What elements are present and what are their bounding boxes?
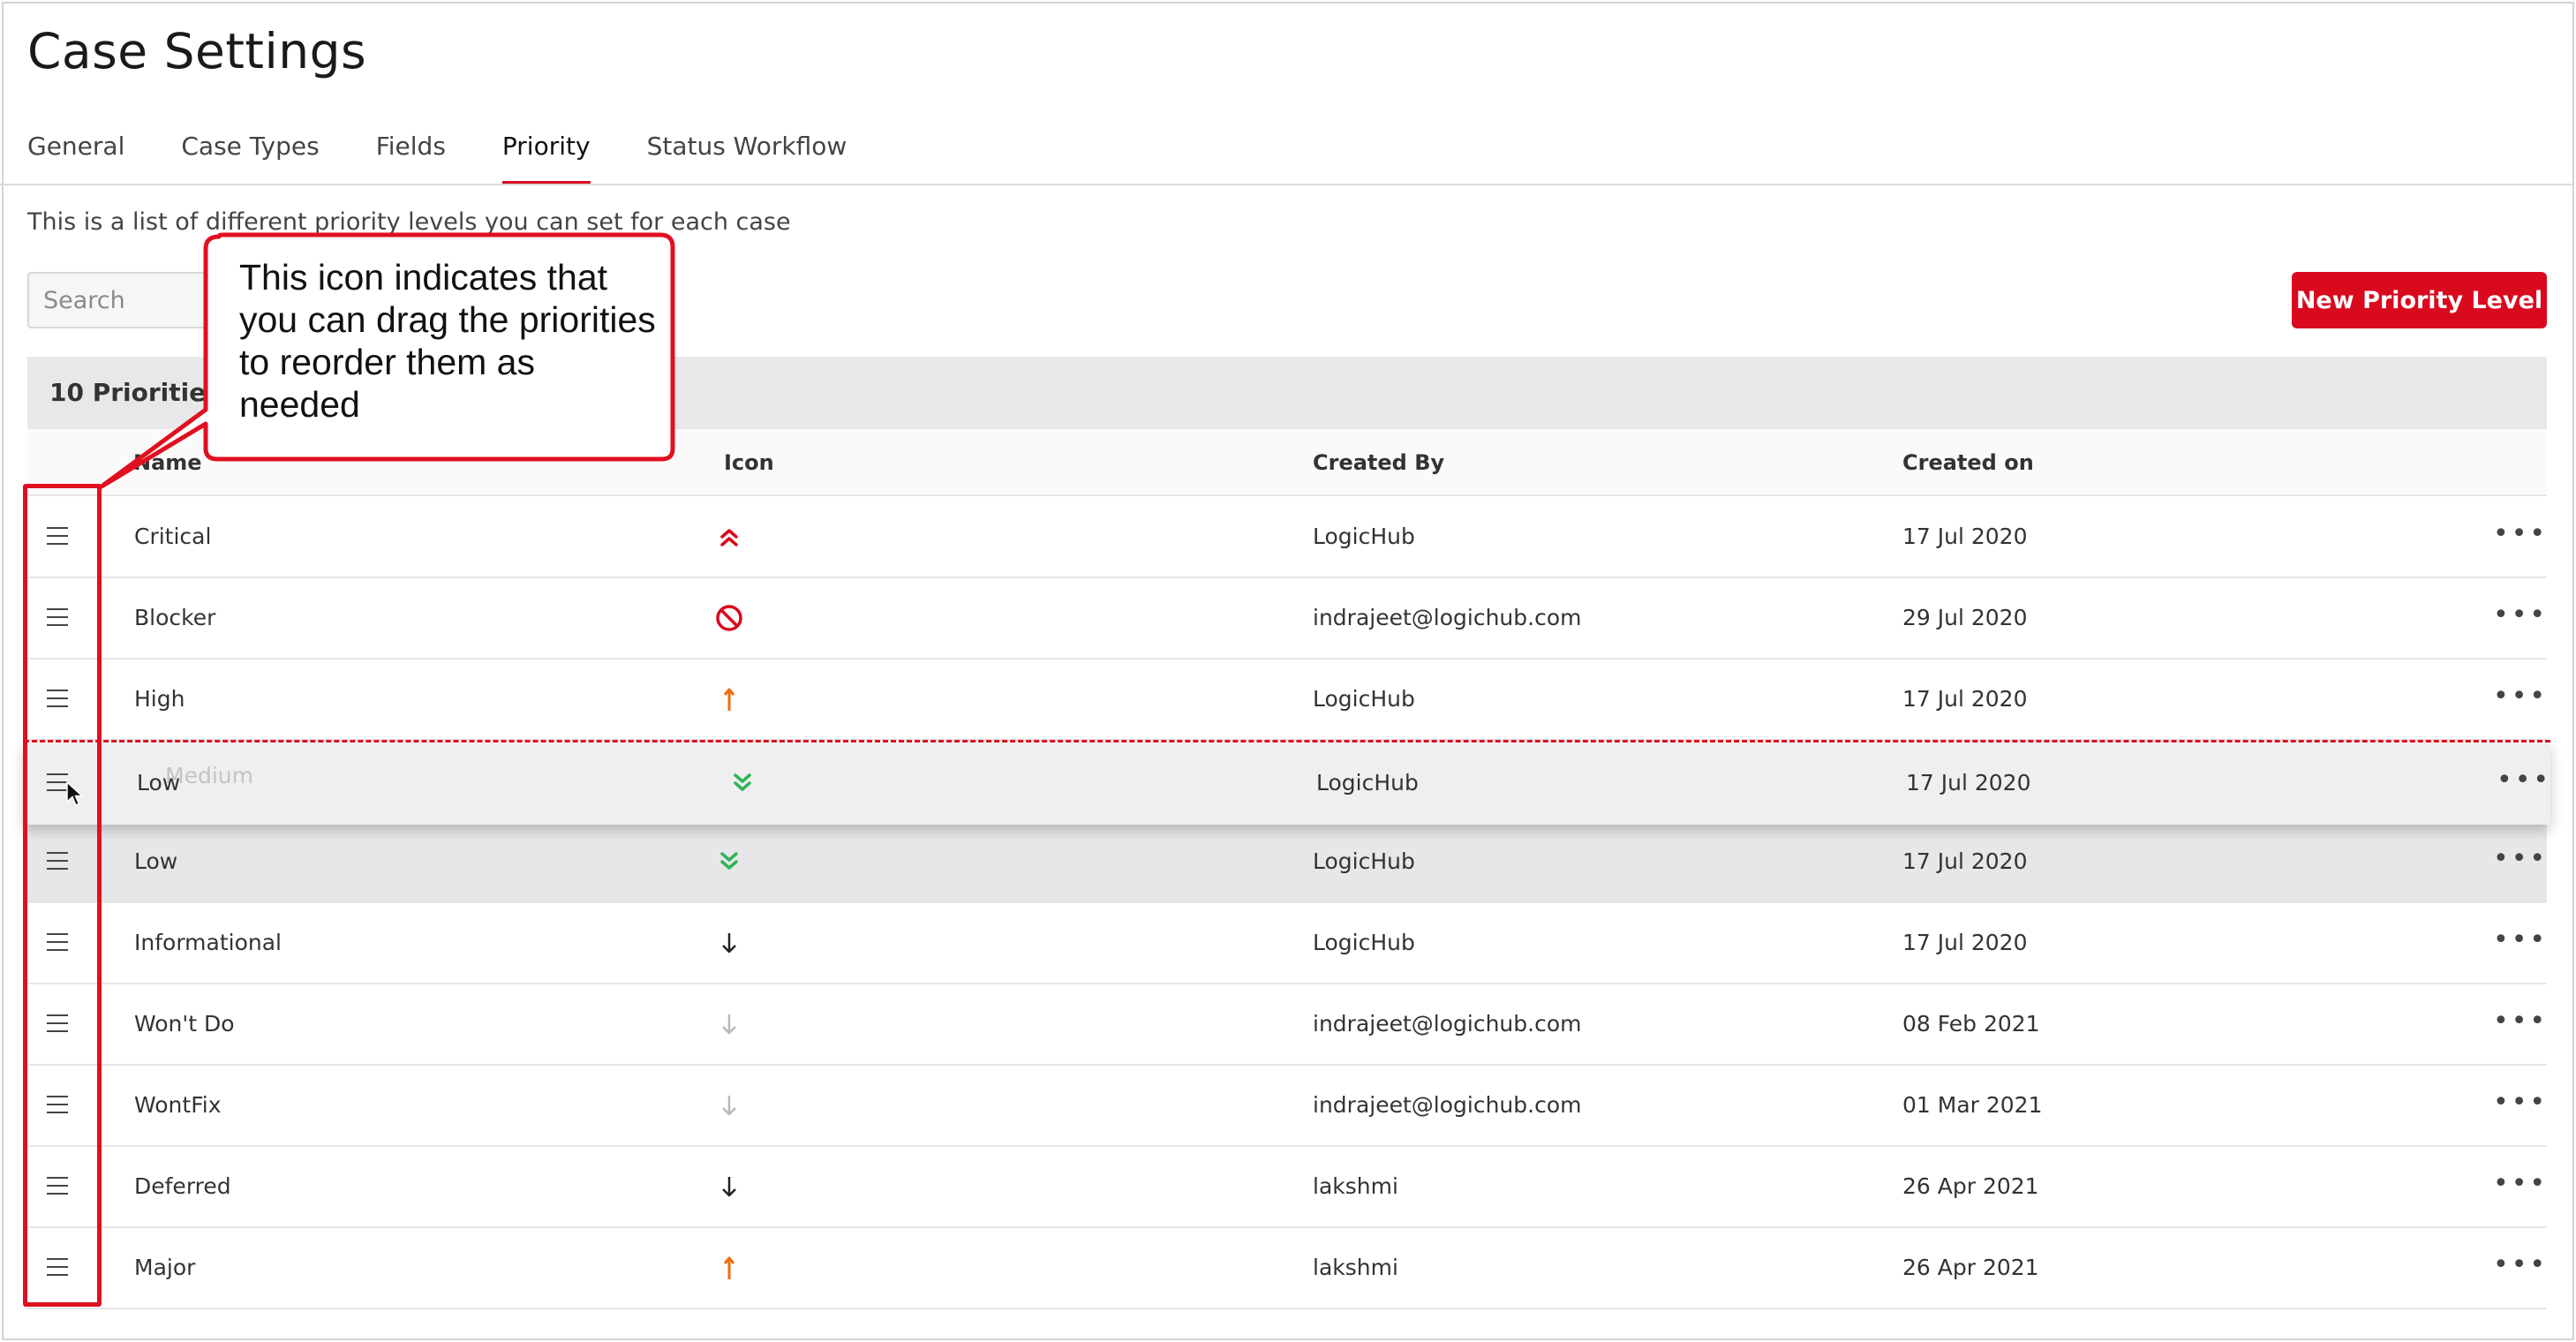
- priority-name: Deferred: [134, 1173, 231, 1199]
- table-row[interactable]: Informational LogicHub 17 Jul 2020 •••: [27, 903, 2547, 984]
- arrow-up-icon: [723, 1256, 735, 1279]
- tab-case-types[interactable]: Case Types: [181, 124, 319, 185]
- row-more-icon[interactable]: •••: [2493, 1006, 2548, 1037]
- row-more-icon[interactable]: •••: [2493, 1087, 2548, 1118]
- tabs-divider: [0, 184, 2572, 185]
- created-on: 17 Jul 2020: [1902, 686, 2028, 712]
- column-header-created-on[interactable]: Created on: [1902, 450, 2034, 475]
- created-by: lakshmi: [1313, 1173, 1398, 1199]
- arrow-down-icon: [722, 1014, 736, 1035]
- page-title: Case Settings: [27, 23, 367, 79]
- tab-status-workflow[interactable]: Status Workflow: [647, 124, 847, 185]
- priority-name: Informational: [134, 930, 282, 955]
- created-on: 17 Jul 2020: [1902, 930, 2028, 955]
- arrow-up-icon: [723, 688, 735, 711]
- created-by: indrajeet@logichub.com: [1313, 605, 1582, 630]
- created-by: indrajeet@logichub.com: [1313, 1092, 1582, 1118]
- double-chevron-down-icon: [734, 773, 751, 791]
- table-row[interactable]: Major lakshmi 26 Apr 2021 •••: [27, 1228, 2547, 1309]
- priority-name: Low: [134, 848, 178, 874]
- page-description: This is a list of different priority lev…: [27, 208, 791, 236]
- created-by: indrajeet@logichub.com: [1313, 1011, 1582, 1037]
- arrow-down-icon: [722, 1177, 736, 1197]
- priorities-count: 10 Priorities: [49, 378, 221, 407]
- priority-name: High: [134, 686, 185, 712]
- table-row[interactable]: WontFix indrajeet@logichub.com 01 Mar 2021…: [27, 1066, 2547, 1147]
- row-more-icon[interactable]: •••: [2493, 843, 2548, 874]
- row-more-icon[interactable]: •••: [2493, 599, 2548, 630]
- arrow-down-icon: [722, 1096, 736, 1116]
- table-row[interactable]: High LogicHub 17 Jul 2020 •••: [27, 660, 2547, 741]
- dragging-row-name: Low: [137, 770, 181, 795]
- tab-fields[interactable]: Fields: [376, 124, 446, 185]
- created-on: 26 Apr 2021: [1902, 1255, 2039, 1280]
- created-by: lakshmi: [1313, 1255, 1398, 1280]
- new-priority-level-button[interactable]: New Priority Level: [2292, 272, 2547, 328]
- row-more-icon[interactable]: •••: [2493, 1249, 2548, 1280]
- column-header-name[interactable]: Name: [133, 450, 202, 475]
- row-more-icon[interactable]: •••: [2493, 518, 2548, 549]
- drop-indicator: [24, 740, 2550, 743]
- tab-general[interactable]: General: [27, 124, 124, 185]
- drop-placeholder-row[interactable]: Low LogicHub 17 Jul 2020 •••: [27, 822, 2547, 903]
- dragging-row-created-by: LogicHub: [1316, 770, 1419, 795]
- priority-name: Blocker: [134, 605, 216, 630]
- row-more-icon[interactable]: •••: [2493, 924, 2548, 955]
- row-more-icon[interactable]: •••: [2497, 765, 2551, 795]
- created-by: LogicHub: [1313, 686, 1415, 712]
- priority-name: Major: [134, 1255, 196, 1280]
- column-header-created-by[interactable]: Created By: [1313, 450, 1444, 475]
- created-by: LogicHub: [1313, 524, 1415, 549]
- created-by: LogicHub: [1313, 848, 1415, 874]
- table-row[interactable]: Critical LogicHub 17 Jul 2020 •••: [27, 497, 2547, 578]
- double-chevron-down-icon: [720, 852, 738, 870]
- table-row[interactable]: Won't Do indrajeet@logichub.com 08 Feb 202…: [27, 984, 2547, 1066]
- double-chevron-up-icon: [720, 529, 738, 547]
- table-row[interactable]: Deferred lakshmi 26 Apr 2021 •••: [27, 1147, 2547, 1228]
- created-on: 17 Jul 2020: [1902, 524, 2028, 549]
- created-on: 29 Jul 2020: [1902, 605, 2028, 630]
- created-by: LogicHub: [1313, 930, 1415, 955]
- tab-priority[interactable]: Priority: [501, 124, 591, 185]
- priority-name: Won't Do: [134, 1011, 235, 1037]
- row-more-icon[interactable]: •••: [2493, 681, 2548, 712]
- table-row[interactable]: Blocker indrajeet@logichub.com 29 Jul 2020…: [27, 578, 2547, 660]
- dragging-row-created-on: 17 Jul 2020: [1906, 770, 2031, 795]
- row-more-icon[interactable]: •••: [2493, 1168, 2548, 1199]
- priority-name: Critical: [134, 524, 212, 549]
- column-header-icon[interactable]: Icon: [724, 450, 774, 475]
- created-on: 01 Mar 2021: [1902, 1092, 2043, 1118]
- table-header: Name Icon Created By Created on: [27, 429, 2547, 496]
- dragging-row[interactable]: Medium Low LogicHub 17 Jul 2020 •••: [24, 743, 2550, 825]
- annotation-callout-text: This icon indicates that you can drag th…: [239, 257, 656, 425]
- priority-name: WontFix: [134, 1092, 222, 1118]
- created-on: 26 Apr 2021: [1902, 1173, 2039, 1199]
- arrow-down-icon: [722, 933, 736, 954]
- search-input[interactable]: [27, 272, 230, 328]
- created-on: 08 Feb 2021: [1902, 1011, 2040, 1037]
- blocked-icon: [716, 605, 742, 631]
- drag-column-highlight: [23, 484, 102, 1307]
- created-on: 17 Jul 2020: [1902, 848, 2028, 874]
- settings-tabs: General Case Types Fields Priority Statu…: [27, 124, 903, 185]
